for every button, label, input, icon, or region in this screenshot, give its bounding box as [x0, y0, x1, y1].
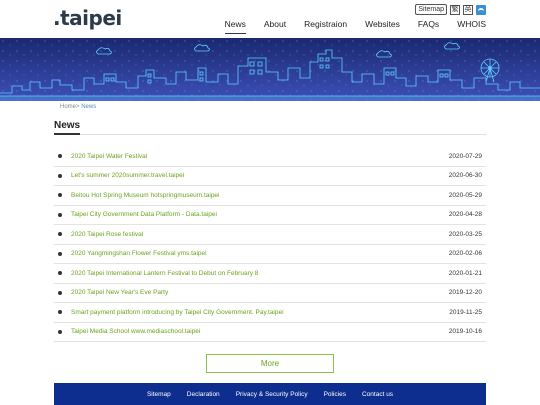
news-title-link[interactable]: Let's summer 2020summer.travel.taipei: [71, 172, 449, 179]
news-date: 2019-10-16: [448, 328, 482, 336]
bullet-icon: [58, 310, 62, 315]
page-title: News: [54, 120, 81, 131]
lang-button-a[interactable]: 繁: [450, 4, 460, 15]
news-title-link[interactable]: Taipei City Government Data Platform - D…: [71, 211, 449, 218]
news-date: 2020-01-21: [448, 269, 482, 277]
news-item: Taipei Media School www.mediaschool.taip…: [54, 323, 486, 342]
bullet-icon: [58, 271, 62, 276]
news-title-link[interactable]: 2020 Taipei New Year's Eve Party: [71, 289, 449, 296]
footer-link-sitemap[interactable]: Sitemap: [147, 391, 171, 398]
city-skyline-banner: [0, 38, 540, 101]
bullet-icon: [58, 329, 62, 334]
news-item: 2020 Taipei International Lantern Festiv…: [54, 264, 486, 284]
footer-link-contact[interactable]: Contact us: [362, 391, 393, 398]
news-item: 2020 Yangmingshan Flower Festival yms.ta…: [54, 245, 486, 264]
news-date: 2020-04-28: [448, 211, 482, 219]
twitter-icon[interactable]: [476, 4, 486, 15]
news-item: Beitou Hot Spring Museum hotspringmuseum…: [54, 186, 486, 206]
news-title-link[interactable]: 2020 Yangmingshan Flower Festival yms.ta…: [71, 250, 449, 257]
news-date: 2020-03-25: [448, 230, 482, 238]
more-button[interactable]: More: [206, 354, 334, 373]
news-item: Taipei City Government Data Platform - D…: [54, 206, 486, 225]
news-date: 2020-05-29: [448, 191, 482, 199]
news-title-link[interactable]: 2020 Taipei Rose festival: [71, 231, 449, 238]
nav-about[interactable]: About: [264, 19, 286, 34]
lang-button-b[interactable]: 英: [463, 4, 473, 15]
breadcrumb-current: News: [81, 104, 97, 110]
nav-news[interactable]: News: [224, 19, 246, 34]
bullet-icon: [58, 290, 62, 295]
bullet-icon: [58, 232, 62, 237]
bullet-icon: [58, 212, 62, 217]
nav-faqs[interactable]: FAQs: [418, 19, 439, 34]
news-item: 2020 Taipei New Year's Eve Party 2019-12…: [54, 284, 486, 303]
breadcrumb: Home> News: [60, 104, 96, 110]
news-item: 2020 Taipei Rose festival 2020-03-25: [54, 225, 486, 245]
news-title-link[interactable]: Smart payment platform introducing by Ta…: [71, 309, 449, 316]
site-header: .taipei Sitemap 繁 英 News About Registrai…: [0, 0, 540, 38]
news-title-link[interactable]: 2020 Taipei International Lantern Festiv…: [71, 270, 449, 277]
utility-bar: Sitemap 繁 英: [415, 4, 486, 15]
news-title-link[interactable]: Beitou Hot Spring Museum hotspringmuseum…: [71, 192, 449, 199]
news-date: 2019-11-25: [449, 308, 482, 316]
nav-whois[interactable]: WHOIS: [457, 19, 486, 34]
site-logo[interactable]: .taipei: [53, 6, 122, 30]
nav-registration[interactable]: Registraion: [304, 19, 347, 34]
main-nav: News About Registraion Websites FAQs WHO…: [207, 19, 486, 34]
sitemap-link[interactable]: Sitemap: [415, 4, 447, 15]
breadcrumb-home[interactable]: Home>: [60, 104, 80, 110]
news-list: 2020 Taipei Water Festival 2020-07-29 Le…: [54, 147, 486, 342]
skyline-illustration: [0, 38, 540, 101]
news-item: Let's summer 2020summer.travel.taipei 20…: [54, 167, 486, 186]
footer-link-declaration[interactable]: Declaration: [187, 391, 220, 398]
news-item: 2020 Taipei Water Festival 2020-07-29: [54, 147, 486, 167]
news-date: 2020-06-30: [448, 172, 482, 180]
news-date: 2020-07-29: [448, 152, 482, 160]
site-footer: Sitemap Declaration Privacy & Security P…: [54, 383, 486, 405]
news-title-link[interactable]: Taipei Media School www.mediaschool.taip…: [71, 328, 449, 335]
news-date: 2019-12-20: [448, 289, 482, 297]
news-date: 2020-02-06: [448, 250, 482, 258]
news-item: Smart payment platform introducing by Ta…: [54, 303, 486, 323]
footer-link-policies[interactable]: Policies: [324, 391, 346, 398]
nav-websites[interactable]: Websites: [365, 19, 400, 34]
news-title-link[interactable]: 2020 Taipei Water Festival: [71, 153, 449, 160]
bullet-icon: [58, 251, 62, 256]
bullet-icon: [58, 193, 62, 198]
footer-link-privacy[interactable]: Privacy & Security Policy: [236, 391, 308, 398]
bullet-icon: [58, 173, 62, 178]
bullet-icon: [58, 154, 62, 159]
title-divider: [54, 133, 486, 135]
